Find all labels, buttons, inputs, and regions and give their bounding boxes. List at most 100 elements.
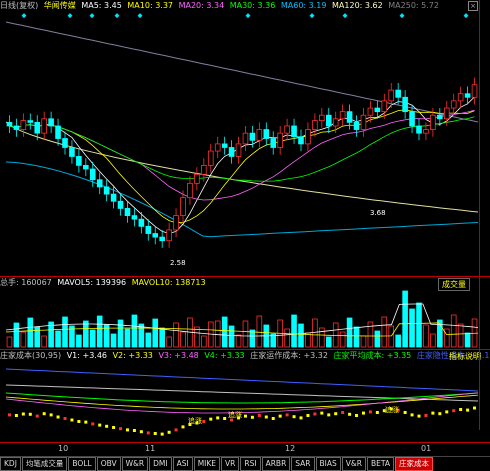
tab-beta[interactable]: BETA [366, 457, 394, 471]
candle-down [395, 89, 401, 98]
volume-panel[interactable]: 总手: 160067 MAVOL5: 139396 MAVOL10: 13871… [0, 276, 490, 349]
ma10-label: MA10: 3.37 [127, 1, 174, 10]
cost-marker [35, 414, 39, 418]
candle-up [430, 114, 436, 130]
tab-kdj[interactable]: KDJ [0, 457, 21, 471]
volume-bar-down [409, 308, 415, 348]
volume-bar-up [450, 314, 457, 348]
volume-bar-up [319, 327, 325, 348]
tab-rsi[interactable]: RSI [240, 457, 261, 471]
ma5-label: MA5: 3.45 [81, 1, 122, 10]
candle-up [166, 229, 172, 242]
volume-bar-up [284, 328, 290, 348]
ma120-label: MA120: 3.62 [332, 1, 383, 10]
tab-vnr[interactable]: V&R [341, 457, 366, 471]
v1-label: V1: +3.46 [66, 351, 108, 360]
volume-bar-down [27, 317, 34, 348]
tab-obv[interactable]: OBV [96, 457, 121, 471]
cost-marker [98, 423, 102, 427]
volume-legend: 总手: 160067 MAVOL5: 139396 MAVOL10: 13871… [0, 277, 209, 289]
tab-vr[interactable]: VR [221, 457, 240, 471]
cost-marker [28, 412, 32, 416]
signal-marker [463, 13, 469, 19]
tab-dmi[interactable]: DMI [149, 457, 172, 471]
cost-marker [139, 430, 143, 434]
chase-note-3: 追涨 [385, 406, 399, 414]
tab-mike[interactable]: MIKE [193, 457, 221, 471]
candle-up [339, 111, 346, 120]
tab-asi[interactable]: ASI [172, 457, 193, 471]
tab-sar[interactable]: SAR [291, 457, 315, 471]
cost-marker [146, 431, 150, 435]
volume-bar-down [464, 332, 471, 348]
cost-marker [257, 414, 261, 417]
volume-bar-up [166, 336, 172, 348]
candle-up [457, 93, 464, 102]
volume-bar-up [194, 326, 200, 348]
right-scale-divider [479, 0, 490, 430]
cost-marker [209, 417, 213, 421]
candle-up [305, 129, 311, 145]
signal-marker [245, 13, 251, 19]
v3-label: V3: +3.48 [158, 351, 199, 360]
close-icon[interactable]: × [468, 1, 478, 11]
candle-up [277, 132, 283, 148]
price-chart[interactable] [0, 12, 480, 274]
candle-down [13, 125, 20, 130]
candle-up [332, 118, 339, 127]
volume-bar-up [305, 332, 311, 348]
tab-boll[interactable]: BOLL [68, 457, 96, 471]
volume-bar-up [388, 325, 395, 348]
candle-down [110, 193, 117, 202]
volume-bar-down [131, 314, 138, 348]
candle-down [416, 125, 422, 134]
candle-up [381, 100, 388, 113]
cost-chart [5, 368, 479, 436]
candle-up [207, 150, 214, 166]
candle-down [103, 186, 110, 195]
cost-marker [21, 412, 25, 416]
candle-down [48, 118, 54, 127]
ma60-label: MA60: 3.19 [280, 1, 327, 10]
cost-marker [7, 413, 11, 417]
period-label[interactable]: 日线(复权) [0, 1, 38, 10]
candle-up [360, 114, 367, 130]
price-panel[interactable]: 日线(复权) 华闻传媒 MA5: 3.45 MA10: 3.37 MA20: 3… [0, 0, 490, 276]
volume-bar-up [20, 331, 27, 348]
candle-down [437, 114, 443, 120]
signal-marker [309, 13, 315, 19]
tab-avg-trade-volume[interactable]: 均笔成交量 [21, 457, 68, 471]
mavol5-label: MAVOL5: 139396 [57, 278, 127, 287]
candle-down [69, 147, 75, 157]
tab-dealer-cost[interactable]: 庄家成本 [395, 457, 433, 471]
volume-bar-down [353, 326, 360, 348]
candle-down [55, 125, 61, 139]
cost-marker [410, 413, 414, 417]
candle-down [263, 129, 270, 139]
tab-wr[interactable]: W&R [121, 457, 149, 471]
volume-bar-up [242, 320, 249, 348]
cost-marker [327, 413, 331, 417]
candle-down [152, 233, 159, 238]
month-label-12: 12 [285, 444, 296, 453]
tab-bias[interactable]: BIAS [315, 457, 341, 471]
candle-up [235, 143, 242, 157]
signal-marker [21, 13, 27, 19]
volume-bar-up [360, 335, 367, 348]
volume-bar-down [416, 302, 422, 348]
candle-up [312, 120, 318, 130]
ma30-label: MA30: 3.36 [229, 1, 276, 10]
cost-panel[interactable]: 庄家成本(30,95) V1: +3.46 V2: +3.33 V3: +3.4… [0, 349, 490, 442]
volume-bar-down [13, 322, 20, 348]
volume-bar-up [332, 322, 339, 348]
cost-marker [285, 413, 289, 417]
volume-bar-down [159, 327, 165, 348]
candle-down [325, 114, 332, 127]
tab-arbr[interactable]: ARBR [261, 457, 291, 471]
candle-down [145, 225, 152, 234]
cost-marker [466, 408, 470, 412]
cost-marker [202, 420, 206, 423]
volume-bar-down [83, 320, 89, 348]
candle-down [353, 121, 360, 130]
cost-marker [63, 417, 67, 420]
